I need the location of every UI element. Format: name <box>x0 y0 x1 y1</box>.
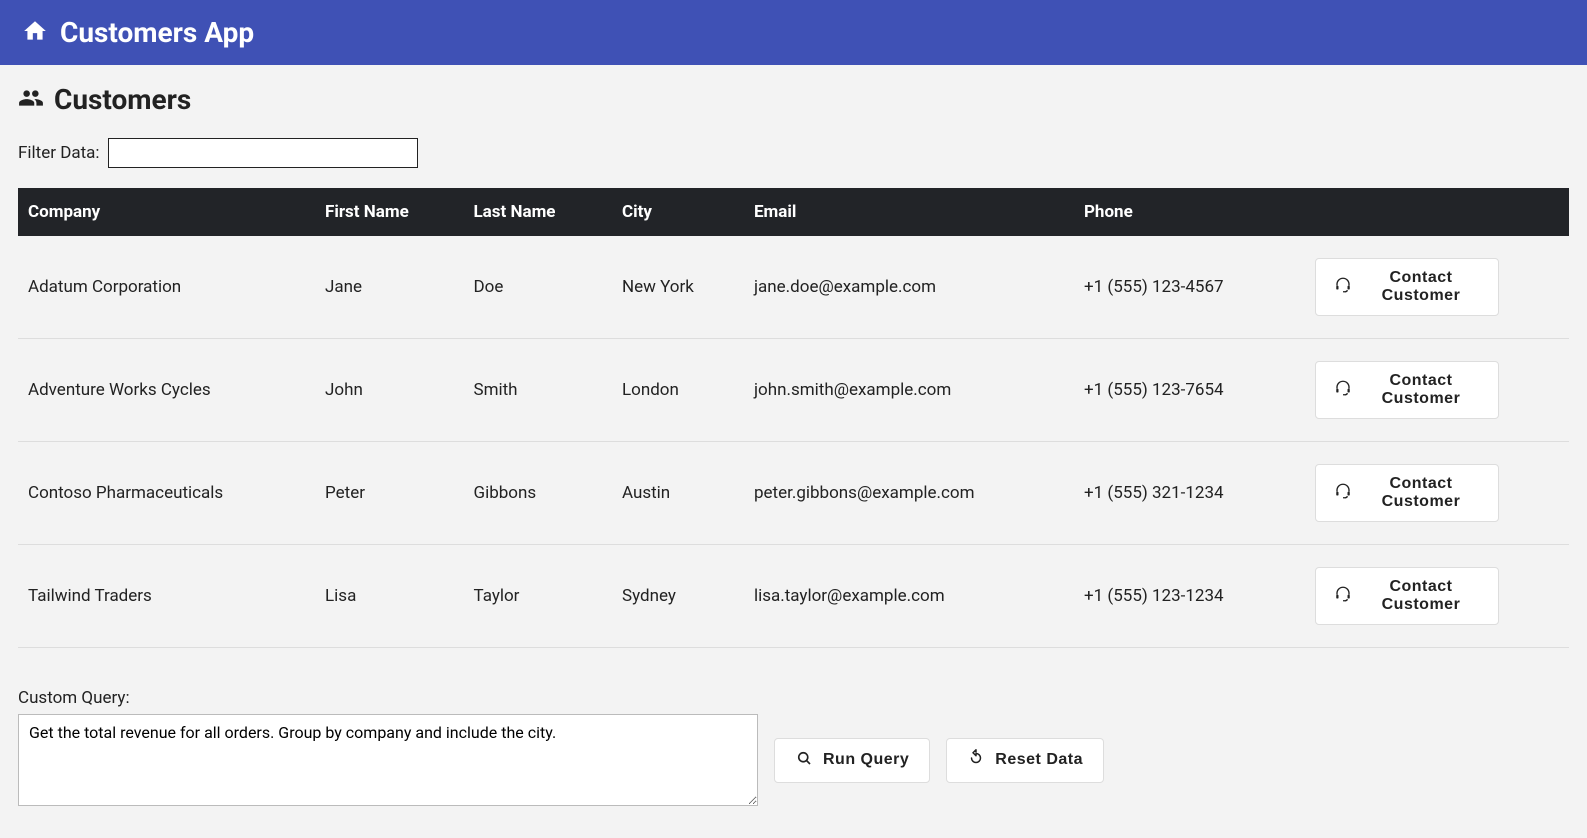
headset-icon <box>1334 276 1352 299</box>
filter-input[interactable] <box>108 138 418 168</box>
run-query-button[interactable]: Run Query <box>774 738 930 783</box>
reset-data-button[interactable]: Reset Data <box>946 738 1104 783</box>
col-phone: Phone <box>1074 188 1305 236</box>
cell-action: Contact Customer <box>1305 545 1569 648</box>
page-heading-row: Customers <box>18 83 1569 116</box>
search-icon <box>795 749 813 772</box>
col-city: City <box>612 188 744 236</box>
table-row: Adatum CorporationJaneDoeNew Yorkjane.do… <box>18 236 1569 339</box>
contact-customer-label: Contact Customer <box>1362 372 1480 408</box>
home-icon[interactable] <box>22 18 48 48</box>
contact-customer-label: Contact Customer <box>1362 578 1480 614</box>
headset-icon <box>1334 482 1352 505</box>
cell-action: Contact Customer <box>1305 236 1569 339</box>
cell-action: Contact Customer <box>1305 339 1569 442</box>
table-header-row: Company First Name Last Name City Email … <box>18 188 1569 236</box>
cell-last-name: Smith <box>463 339 611 442</box>
filter-label: Filter Data: <box>18 143 100 163</box>
reset-data-label: Reset Data <box>995 751 1083 769</box>
run-query-label: Run Query <box>823 751 909 769</box>
cell-last-name: Gibbons <box>463 442 611 545</box>
query-section: Custom Query: Run Query Reset Data <box>18 688 1569 806</box>
cell-city: New York <box>612 236 744 339</box>
col-last-name: Last Name <box>463 188 611 236</box>
contact-customer-button[interactable]: Contact Customer <box>1315 464 1499 522</box>
contact-customer-label: Contact Customer <box>1362 269 1480 305</box>
app-title: Customers App <box>60 16 254 49</box>
cell-city: London <box>612 339 744 442</box>
headset-icon <box>1334 585 1352 608</box>
cell-company: Adatum Corporation <box>18 236 315 339</box>
cell-email: lisa.taylor@example.com <box>744 545 1074 648</box>
customers-table: Company First Name Last Name City Email … <box>18 188 1569 648</box>
page-title: Customers <box>54 83 191 116</box>
contact-customer-button[interactable]: Contact Customer <box>1315 361 1499 419</box>
refresh-icon <box>967 749 985 772</box>
cell-company: Contoso Pharmaceuticals <box>18 442 315 545</box>
cell-phone: +1 (555) 123-7654 <box>1074 339 1305 442</box>
cell-last-name: Taylor <box>463 545 611 648</box>
table-row: Tailwind TradersLisaTaylorSydneylisa.tay… <box>18 545 1569 648</box>
col-action <box>1305 188 1569 236</box>
cell-company: Tailwind Traders <box>18 545 315 648</box>
contact-customer-label: Contact Customer <box>1362 475 1480 511</box>
headset-icon <box>1334 379 1352 402</box>
people-icon <box>18 85 44 115</box>
cell-email: jane.doe@example.com <box>744 236 1074 339</box>
cell-city: Sydney <box>612 545 744 648</box>
contact-customer-button[interactable]: Contact Customer <box>1315 258 1499 316</box>
cell-last-name: Doe <box>463 236 611 339</box>
cell-first-name: Jane <box>315 236 463 339</box>
cell-action: Contact Customer <box>1305 442 1569 545</box>
cell-first-name: John <box>315 339 463 442</box>
contact-customer-button[interactable]: Contact Customer <box>1315 567 1499 625</box>
cell-phone: +1 (555) 321-1234 <box>1074 442 1305 545</box>
col-first-name: First Name <box>315 188 463 236</box>
cell-email: john.smith@example.com <box>744 339 1074 442</box>
cell-company: Adventure Works Cycles <box>18 339 315 442</box>
cell-city: Austin <box>612 442 744 545</box>
table-row: Contoso PharmaceuticalsPeterGibbonsAusti… <box>18 442 1569 545</box>
col-company: Company <box>18 188 315 236</box>
cell-email: peter.gibbons@example.com <box>744 442 1074 545</box>
col-email: Email <box>744 188 1074 236</box>
main-content: Customers Filter Data: Company First Nam… <box>0 65 1587 838</box>
table-row: Adventure Works CyclesJohnSmithLondonjoh… <box>18 339 1569 442</box>
cell-phone: +1 (555) 123-1234 <box>1074 545 1305 648</box>
app-header: Customers App <box>0 0 1587 65</box>
filter-row: Filter Data: <box>18 138 1569 168</box>
cell-phone: +1 (555) 123-4567 <box>1074 236 1305 339</box>
cell-first-name: Lisa <box>315 545 463 648</box>
cell-first-name: Peter <box>315 442 463 545</box>
query-label: Custom Query: <box>18 688 1569 708</box>
